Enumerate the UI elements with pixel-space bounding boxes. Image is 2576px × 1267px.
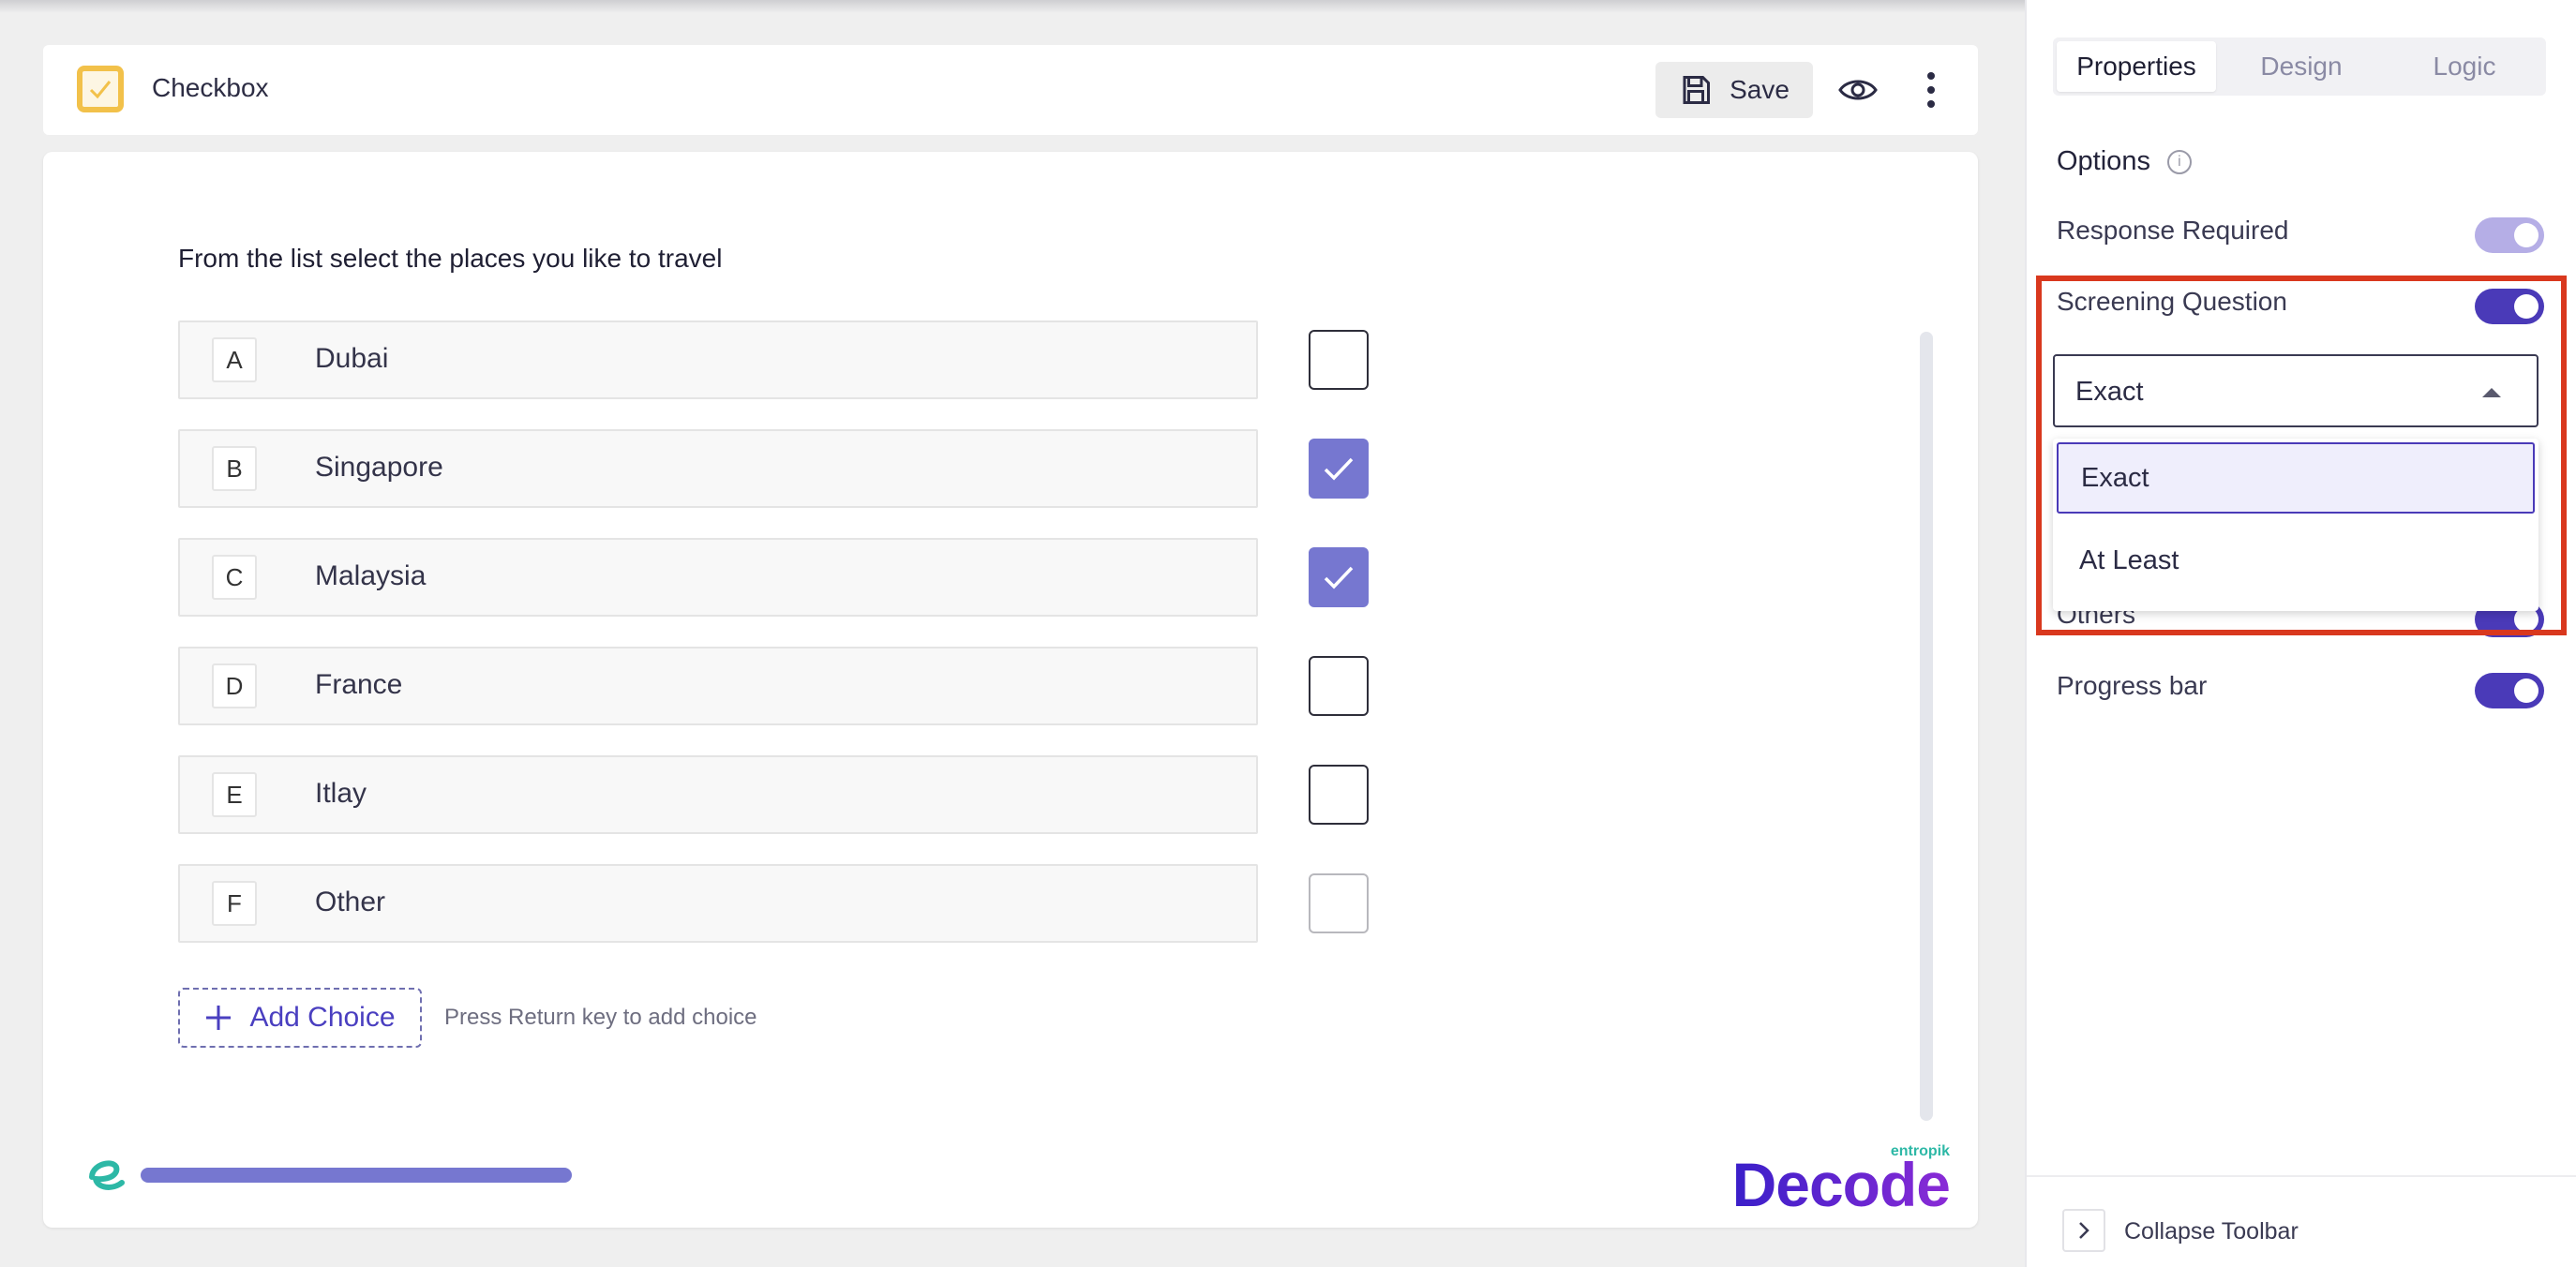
- collapse-toolbar-label[interactable]: Collapse Toolbar: [2124, 1218, 2299, 1245]
- top-shadow: [0, 0, 2025, 13]
- checkmark-icon: [1324, 457, 1354, 481]
- choice-row[interactable]: A Dubai: [178, 320, 1258, 399]
- response-required-toggle[interactable]: [2475, 217, 2544, 253]
- choice-row[interactable]: B Singapore: [178, 429, 1258, 508]
- choice-row[interactable]: D France: [178, 647, 1258, 725]
- highlight-annotation: [2036, 276, 2567, 635]
- tab-design[interactable]: Design: [2222, 41, 2381, 92]
- options-title: Options i: [2057, 146, 2192, 177]
- checkbox-type-icon: [77, 66, 124, 112]
- question-text[interactable]: From the list select the places you like…: [178, 244, 722, 274]
- choice-letter: B: [212, 446, 257, 491]
- options-label: Options: [2057, 146, 2150, 176]
- choice-checkbox[interactable]: [1309, 656, 1369, 716]
- choice-label[interactable]: Itlay: [315, 778, 367, 810]
- brand-name: Decode: [1731, 1150, 1951, 1219]
- progress-bar: [141, 1168, 572, 1183]
- more-options-button[interactable]: [1903, 62, 1959, 118]
- choice-label[interactable]: Malaysia: [315, 560, 426, 592]
- collapse-toolbar-button[interactable]: [2062, 1209, 2105, 1252]
- question-header: Checkbox Save: [43, 45, 1978, 135]
- tab-properties[interactable]: Properties: [2057, 41, 2216, 92]
- panel-tabs: Properties Design Logic: [2053, 37, 2546, 96]
- eye-icon: [1838, 80, 1878, 100]
- plus-icon: [206, 1006, 232, 1030]
- more-vertical-icon: [1927, 72, 1935, 108]
- choice-label[interactable]: Dubai: [315, 343, 388, 375]
- choice-letter: D: [212, 663, 257, 708]
- save-button[interactable]: Save: [1655, 62, 1813, 118]
- info-icon[interactable]: i: [2166, 149, 2192, 174]
- choice-letter: F: [212, 881, 257, 926]
- choice-row[interactable]: C Malaysia: [178, 538, 1258, 617]
- response-required-label: Response Required: [2057, 216, 2289, 245]
- entropik-e-icon: [89, 1160, 125, 1190]
- preview-button[interactable]: [1830, 62, 1886, 118]
- question-type-title: Checkbox: [152, 73, 269, 102]
- question-canvas: From the list select the places you like…: [43, 152, 1978, 1228]
- choice-checkbox[interactable]: [1309, 330, 1369, 390]
- progress-bar-toggle[interactable]: [2475, 673, 2544, 708]
- add-choice-button[interactable]: Add Choice: [178, 988, 422, 1048]
- save-icon: [1683, 76, 1711, 104]
- choice-label[interactable]: Singapore: [315, 452, 443, 484]
- choice-letter: C: [212, 555, 257, 600]
- choice-letter: E: [212, 772, 257, 817]
- choice-label[interactable]: France: [315, 669, 402, 701]
- response-required-row: Response Required: [2057, 216, 2544, 253]
- add-choice-label: Add Choice: [249, 1002, 396, 1033]
- chevron-right-icon: [2079, 1222, 2089, 1239]
- add-choice-hint: Press Return key to add choice: [444, 1005, 757, 1030]
- choice-checkbox[interactable]: [1309, 439, 1369, 499]
- tab-logic[interactable]: Logic: [2385, 41, 2544, 92]
- choice-letter: A: [212, 337, 257, 382]
- choice-row[interactable]: F Other: [178, 864, 1258, 943]
- canvas-scrollbar[interactable]: [1920, 332, 1933, 1121]
- progress-bar-row: Progress bar: [2057, 671, 2544, 708]
- choice-checkbox[interactable]: [1309, 547, 1369, 607]
- choice-checkbox[interactable]: [1309, 873, 1369, 933]
- choice-label[interactable]: Other: [315, 887, 385, 918]
- choice-row[interactable]: E Itlay: [178, 755, 1258, 834]
- collapse-toolbar: Collapse Toolbar: [2027, 1175, 2576, 1267]
- save-label: Save: [1730, 75, 1790, 104]
- checkmark-icon: [1324, 566, 1354, 589]
- choice-checkbox[interactable]: [1309, 765, 1369, 825]
- decode-logo: entropik Decode: [1732, 1143, 1951, 1219]
- progress-bar-label: Progress bar: [2057, 671, 2208, 700]
